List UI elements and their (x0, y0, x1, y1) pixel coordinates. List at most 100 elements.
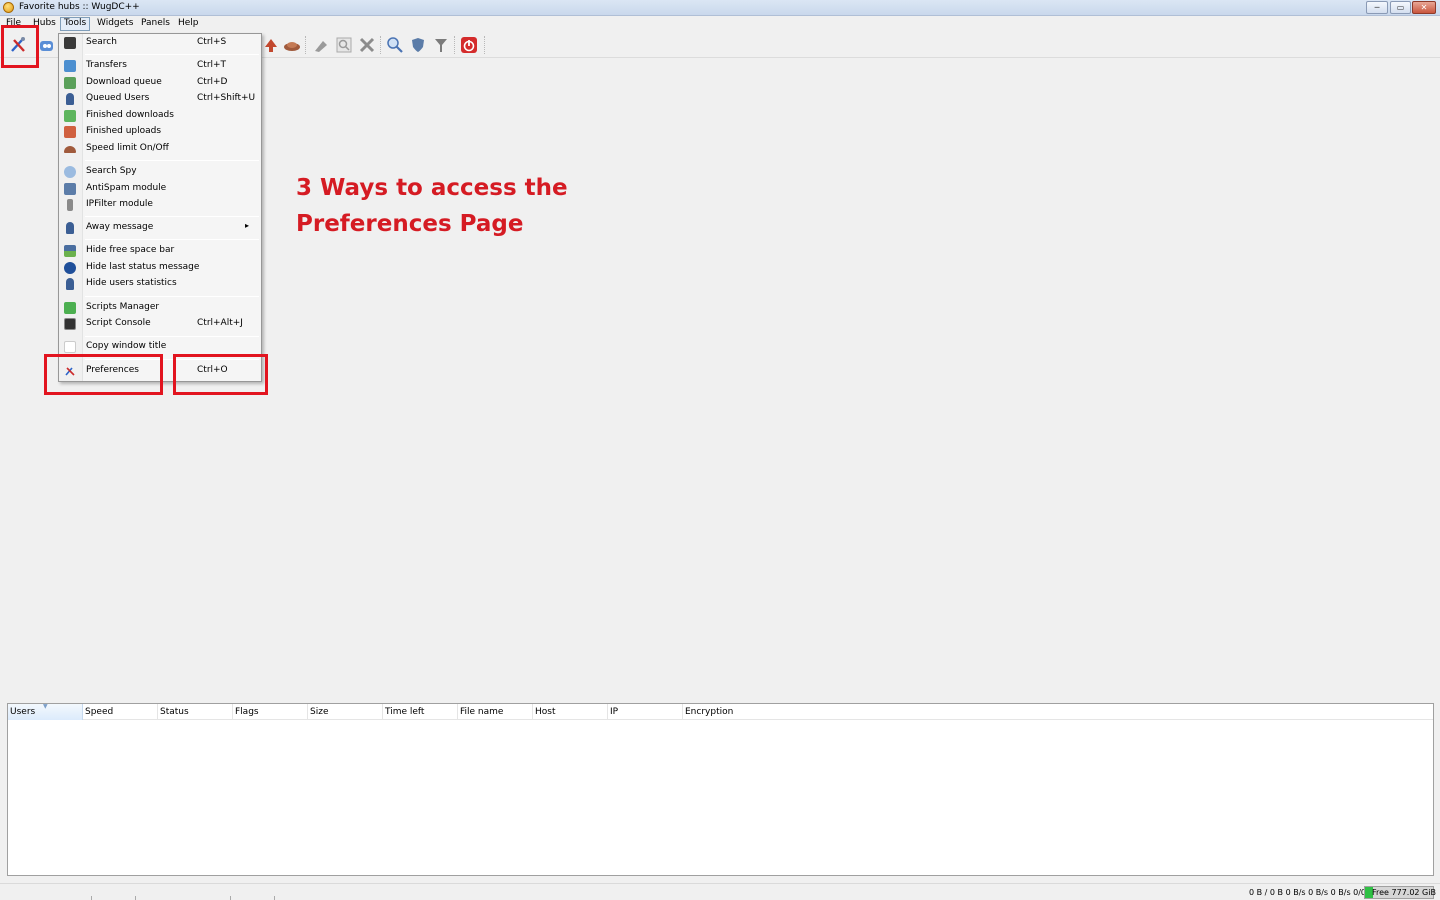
menu-item-download-queue[interactable]: Download queue Ctrl+D (60, 75, 260, 91)
free-space-text: Free 777.02 GiB (1372, 888, 1436, 897)
menu-item-finished-downloads[interactable]: Finished downloads (60, 108, 260, 124)
transfers-panel: ▼ Users Speed Status Flags Size Time lef… (7, 703, 1434, 876)
column-ip[interactable]: IP (610, 707, 618, 717)
transfer-stats: 0 B / 0 B 0 B/s 0 B/s 0 B/s 0/0/0 (1249, 888, 1374, 897)
column-divider (607, 704, 608, 720)
column-divider (157, 704, 158, 720)
search-spy-icon[interactable] (385, 35, 405, 55)
antispam-icon[interactable] (408, 35, 428, 55)
menu-item-search-spy[interactable]: Search Spy (60, 164, 260, 180)
search-icon[interactable] (334, 35, 354, 55)
user-stats-icon (66, 278, 74, 290)
antispam-icon (64, 183, 76, 195)
menu-panels[interactable]: Panels (138, 17, 173, 31)
menu-item-transfers[interactable]: Transfers Ctrl+T (60, 58, 260, 74)
close-button[interactable]: ✕ (1412, 1, 1436, 14)
column-speed[interactable]: Speed (85, 707, 113, 717)
column-users[interactable]: Users (10, 707, 35, 717)
info-icon (64, 262, 76, 274)
annotation-line-2: Preferences Page (296, 211, 524, 237)
column-flags[interactable]: Flags (235, 707, 259, 717)
away-icon (66, 222, 74, 234)
status-divider (91, 896, 92, 900)
column-divider (382, 704, 383, 720)
annotation-line-1: 3 Ways to access the (296, 175, 568, 201)
menu-help[interactable]: Help (175, 17, 202, 31)
maximize-button[interactable]: ▭ (1390, 1, 1411, 14)
sort-arrow-icon: ▼ (43, 703, 48, 710)
copy-icon (64, 341, 76, 353)
ipfilter-icon[interactable] (431, 35, 451, 55)
menu-item-hide-last-status[interactable]: Hide last status message (60, 260, 260, 276)
title-bar: Favorite hubs :: WugDC++ ─ ▭ ✕ (0, 0, 1440, 16)
transfers-header: ▼ Users Speed Status Flags Size Time lef… (8, 703, 1433, 720)
menu-separator (85, 296, 259, 297)
column-divider (307, 704, 308, 720)
column-time-left[interactable]: Time left (385, 707, 424, 717)
menu-tools[interactable]: Tools (60, 17, 91, 31)
clear-icon[interactable] (311, 35, 331, 55)
status-divider (274, 896, 275, 900)
scripts-manager-icon (64, 302, 76, 314)
finished-downloads-icon (64, 110, 76, 122)
column-divider (232, 704, 233, 720)
menu-item-script-console[interactable]: Script Console Ctrl+Alt+J (60, 316, 260, 332)
column-divider (682, 704, 683, 720)
status-divider (135, 896, 136, 900)
status-bar: 0 B / 0 B 0 B/s 0 B/s 0 B/s 0/0/0 Free 7… (0, 883, 1440, 900)
column-host[interactable]: Host (535, 707, 556, 717)
menu-separator (85, 216, 259, 217)
toolbar-separator (305, 36, 306, 54)
ipfilter-icon (67, 199, 73, 211)
queued-users-icon (66, 93, 74, 105)
menu-item-ipfilter[interactable]: IPFilter module (60, 197, 260, 213)
finished-uploads-icon (64, 126, 76, 138)
toolbar-separator (484, 36, 485, 54)
column-size[interactable]: Size (310, 707, 328, 717)
toolbar-separator (380, 36, 381, 54)
menu-item-queued-users[interactable]: Queued Users Ctrl+Shift+U (60, 91, 260, 107)
menu-item-away-message[interactable]: Away message ▸ (60, 220, 260, 236)
binoculars-icon (64, 37, 76, 49)
free-space-bar: Free 777.02 GiB (1364, 886, 1436, 899)
menu-item-hide-users-statistics[interactable]: Hide users statistics (60, 276, 260, 292)
column-status[interactable]: Status (160, 707, 189, 717)
menu-separator (85, 160, 259, 161)
app-icon (3, 2, 14, 13)
tools-dropdown-menu: Search Ctrl+S Transfers Ctrl+T Download … (58, 33, 262, 382)
column-divider (532, 704, 533, 720)
column-file-name[interactable]: File name (460, 707, 503, 717)
public-hubs-icon[interactable] (37, 35, 57, 55)
menu-separator (85, 54, 259, 55)
finished-uploads-icon[interactable] (261, 35, 281, 55)
speed-limit-icon[interactable] (282, 35, 302, 55)
menu-item-speed-limit[interactable]: Speed limit On/Off (60, 141, 260, 157)
minimize-button[interactable]: ─ (1366, 1, 1388, 14)
menu-item-antispam[interactable]: AntiSpam module (60, 181, 260, 197)
menu-item-copy-window-title[interactable]: Copy window title (60, 339, 260, 355)
window-title: Favorite hubs :: WugDC++ (19, 2, 140, 12)
highlight-toolbar-preferences (1, 25, 39, 68)
menu-separator (85, 336, 259, 337)
menu-bar: File Hubs Tools Widgets Panels Help (0, 16, 1440, 32)
shutdown-icon[interactable] (459, 35, 479, 55)
download-queue-icon (64, 77, 76, 89)
menu-item-search[interactable]: Search Ctrl+S (60, 35, 260, 51)
status-divider (230, 896, 231, 900)
menu-separator (85, 239, 259, 240)
close-icon[interactable] (357, 35, 377, 55)
menu-item-scripts-manager[interactable]: Scripts Manager (60, 300, 260, 316)
script-console-icon (64, 318, 76, 330)
toolbar-separator (454, 36, 455, 54)
menu-item-finished-uploads[interactable]: Finished uploads (60, 124, 260, 140)
column-encryption[interactable]: Encryption (685, 707, 733, 717)
search-spy-icon (64, 166, 76, 178)
column-divider (457, 704, 458, 720)
submenu-arrow-icon: ▸ (245, 221, 250, 230)
free-space-icon (64, 245, 76, 257)
menu-item-hide-free-space-bar[interactable]: Hide free space bar (60, 243, 260, 259)
annotation-text: 3 Ways to access the Preferences Page (296, 170, 596, 242)
speed-limit-icon (64, 146, 76, 153)
menu-widgets[interactable]: Widgets (94, 17, 136, 31)
transfers-icon (64, 60, 76, 72)
